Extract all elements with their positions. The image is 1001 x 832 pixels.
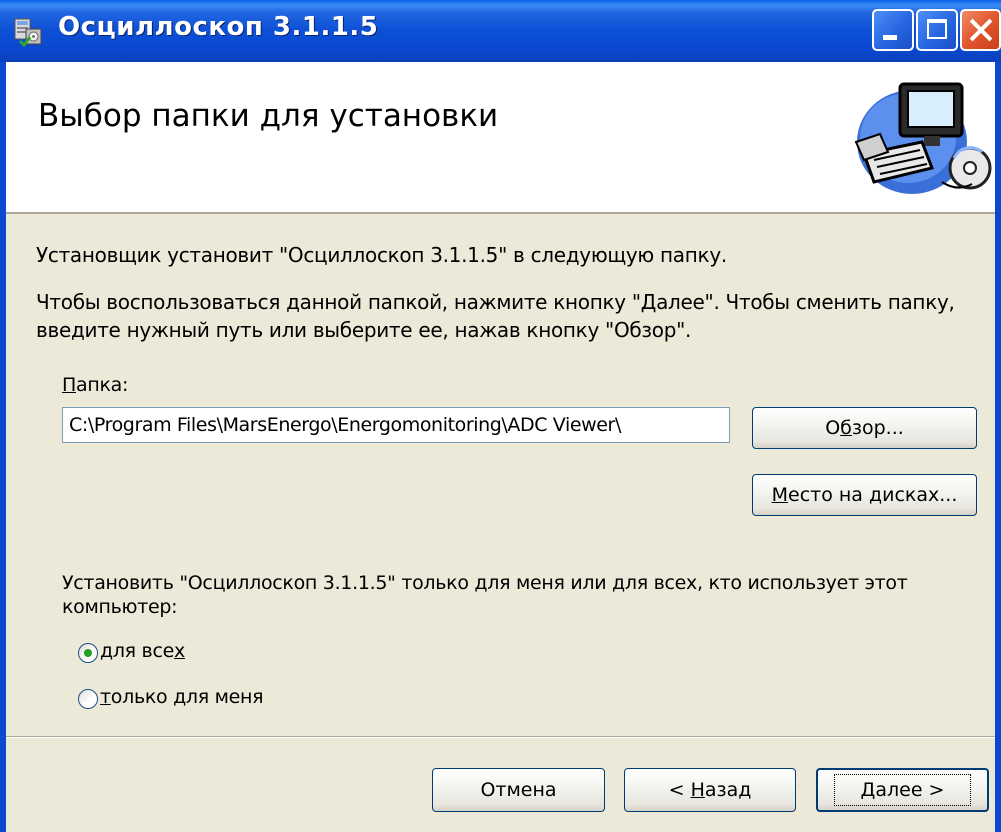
browse-label-accesskey: б — [840, 417, 852, 439]
instructions-text: Чтобы воспользоваться данной папкой, наж… — [36, 290, 955, 342]
back-label-pre: < — [668, 779, 691, 801]
radio-everyone-label[interactable]: для всех — [100, 640, 185, 662]
footer-separator — [6, 736, 995, 738]
radio-just-me-label-rest: олько для меня — [110, 686, 264, 708]
maximize-button[interactable] — [916, 9, 958, 51]
radio-everyone-accesskey: х — [173, 640, 185, 662]
header-banner: Выбор папки для установки — [6, 62, 995, 214]
window-frame-right — [995, 62, 1001, 832]
next-label-accesskey: Д — [860, 779, 876, 801]
radio-just-me-accesskey: т — [100, 686, 111, 708]
back-button[interactable]: < Назад — [624, 768, 796, 812]
close-button[interactable] — [960, 9, 1001, 51]
back-label-rest: азад — [704, 779, 752, 801]
cancel-label: Отмена — [480, 779, 557, 801]
browse-button[interactable]: Об зор... — [752, 407, 977, 449]
next-focus-ring: Далее > — [833, 774, 972, 806]
installer-icon — [14, 18, 42, 47]
radio-everyone[interactable] — [78, 643, 98, 663]
cancel-button[interactable]: Отмена — [432, 768, 605, 812]
installer-window: Осциллоскоп 3.1.1.5 Выбор папки для уста… — [0, 0, 1001, 832]
intro-text: Установщик установит "Осциллоскоп 3.1.1.… — [36, 243, 727, 267]
computer-illustration-icon — [854, 82, 992, 194]
next-label-rest: алее > — [875, 779, 945, 801]
radio-everyone-label-pre: для все — [100, 640, 174, 662]
disk-cost-button[interactable]: Место на дисках... — [752, 474, 977, 516]
next-button[interactable]: Далее > — [816, 768, 989, 812]
browse-label-post: зор... — [851, 417, 904, 439]
page-title: Выбор папки для установки — [38, 98, 499, 134]
disk-label-accesskey: М — [771, 484, 788, 506]
folder-path-input[interactable] — [62, 407, 730, 443]
browse-label-pre: О — [825, 417, 841, 439]
disk-label-rest: есто на дисках... — [788, 484, 958, 506]
folder-label-accesskey: П — [62, 374, 76, 396]
minimize-button[interactable] — [872, 9, 914, 51]
back-label-accesskey: Н — [690, 779, 705, 801]
radio-just-me-label[interactable]: только для меня — [100, 686, 264, 708]
window-title: Осциллоскоп 3.1.1.5 — [58, 12, 379, 42]
folder-label: Папка: — [62, 374, 128, 396]
install-scope-question: Установить "Осциллоскоп 3.1.1.5" только … — [62, 572, 908, 618]
folder-label-rest: апка: — [76, 374, 129, 396]
title-bar[interactable]: Осциллоскоп 3.1.1.5 — [0, 0, 1001, 62]
radio-just-me[interactable] — [78, 689, 98, 709]
